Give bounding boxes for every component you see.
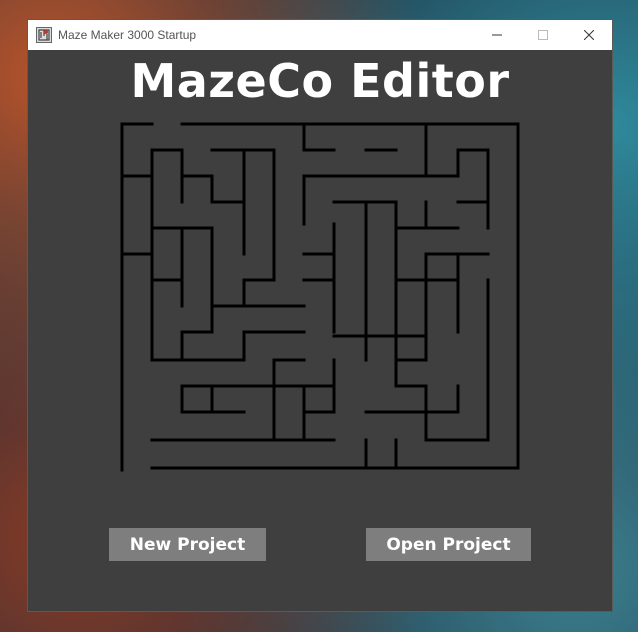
maximize-button[interactable] xyxy=(520,20,566,50)
maximize-icon xyxy=(538,30,548,40)
client-area: MazeCo Editor New Project Open Project xyxy=(28,50,612,611)
minimize-button[interactable] xyxy=(474,20,520,50)
minimize-icon xyxy=(492,34,502,36)
window-title: Maze Maker 3000 Startup xyxy=(58,28,197,42)
startup-window: Maze Maker 3000 Startup MazeCo Editor Ne… xyxy=(28,20,612,611)
maze-app-icon xyxy=(36,27,52,43)
maze-preview xyxy=(120,122,520,472)
app-title: MazeCo Editor xyxy=(130,54,510,108)
close-icon xyxy=(584,30,594,40)
new-project-button[interactable]: New Project xyxy=(109,528,266,561)
open-project-button[interactable]: Open Project xyxy=(366,528,531,561)
title-bar[interactable]: Maze Maker 3000 Startup xyxy=(28,20,612,50)
close-button[interactable] xyxy=(566,20,612,50)
